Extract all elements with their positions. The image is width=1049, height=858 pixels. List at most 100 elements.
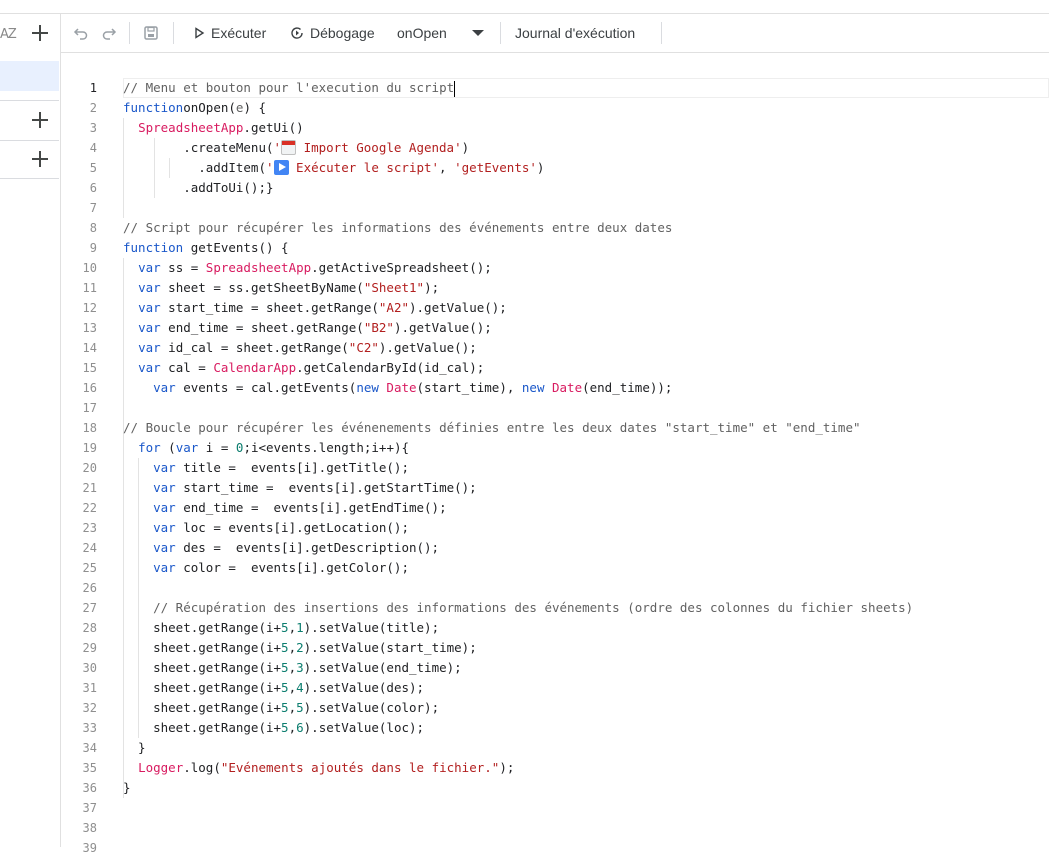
code-token: SpreadsheetApp — [138, 120, 244, 135]
code-token: var — [175, 440, 199, 455]
code-token: CalendarApp — [213, 360, 297, 375]
code-token: "A2" — [378, 300, 409, 315]
code-token: ) { — [243, 100, 267, 115]
line-number: 2 — [89, 101, 97, 115]
code-token: // Boucle pour récupérer les événenement… — [123, 420, 861, 435]
code-token: getEvents() { — [183, 240, 289, 255]
line-number: 6 — [89, 181, 97, 195]
line-number: 7 — [89, 201, 97, 215]
code-token: , — [288, 720, 297, 735]
code-token: sheet.getRange(i+ — [123, 660, 282, 675]
code-line: for (var i = 0;i<events.length;i++){ — [123, 438, 409, 458]
code-token: ).getValue(); — [409, 300, 507, 315]
code-token: "Evénements ajoutés dans le fichier." — [220, 760, 500, 775]
code-token: start_time = events[i].getStartTime(); — [175, 480, 477, 495]
code-line: // Menu et bouton pour l'execution du sc… — [123, 78, 456, 98]
undo-button[interactable] — [73, 14, 89, 52]
execution-log-button[interactable]: Journal d'exécution — [515, 14, 635, 52]
line-number: 32 — [82, 701, 97, 715]
code-token: 1 — [296, 620, 304, 635]
save-button[interactable] — [143, 14, 159, 52]
redo-icon — [102, 28, 117, 40]
code-line: .createMenu(' Import Google Agenda') — [123, 138, 469, 158]
code-token: 6 — [296, 720, 304, 735]
debug-label: Débogage — [310, 25, 375, 41]
line-number: 14 — [82, 341, 97, 355]
code-line: functiononOpen(e) { — [123, 98, 266, 118]
code-editor[interactable]: 1 2 3 4 5 6 7 8 9 10 11 12 13 14 15 16 17 18 19 20 21 22 23 24 2… — [61, 53, 1049, 855]
line-number: 5 — [89, 161, 97, 175]
toolbar-separator — [661, 22, 662, 44]
code-line: var loc = events[i].getLocation(); — [123, 518, 409, 538]
line-number: 24 — [82, 541, 97, 555]
code-line: SpreadsheetApp.getUi() — [123, 118, 304, 138]
code-token: var — [138, 280, 161, 295]
line-number: 11 — [82, 281, 97, 295]
code-token: .createMenu( — [123, 140, 274, 155]
code-token: Date — [544, 380, 583, 395]
code-token: ) — [536, 160, 545, 175]
code-token: , — [288, 680, 297, 695]
code-line: var end_time = events[i].getEndTime(); — [123, 498, 447, 518]
sidebar-divider — [0, 140, 59, 141]
code-token: 3 — [296, 660, 304, 675]
code-token: sheet.getRange(i+ — [123, 640, 282, 655]
code-token: Date — [378, 380, 417, 395]
toolbar-separator — [500, 22, 501, 44]
play-icon — [195, 27, 205, 39]
code-token: sheet.getRange(i+ — [123, 700, 282, 715]
code-token: sheet = ss.getSheetByName( — [160, 280, 364, 295]
code-token: (end_time)); — [582, 380, 673, 395]
code-token: var — [138, 360, 161, 375]
code-token: Exécuter le script' — [288, 160, 440, 175]
add-library-icon[interactable] — [29, 109, 51, 131]
line-number: 9 — [89, 241, 97, 255]
code-token: } — [123, 740, 146, 755]
add-service-icon[interactable] — [29, 148, 51, 170]
line-number: 10 — [82, 261, 97, 275]
code-line: var start_time = events[i].getStartTime(… — [123, 478, 477, 498]
code-token: 5 — [281, 720, 289, 735]
code-token: "B2" — [363, 320, 394, 335]
code-line: function getEvents() { — [123, 238, 289, 258]
add-file-icon[interactable] — [29, 22, 51, 44]
left-sidebar: AZ — [0, 14, 61, 847]
sort-az-icon[interactable]: AZ — [0, 27, 17, 42]
code-line: Logger.log("Evénements ajoutés dans le f… — [123, 758, 514, 778]
selected-file-item[interactable] — [0, 61, 59, 91]
debug-button[interactable]: Débogage — [289, 14, 375, 52]
line-number: 19 — [82, 441, 97, 455]
code-token: ).setValue(start_time); — [303, 640, 477, 655]
code-token: 4 — [296, 680, 304, 695]
code-token: SpreadsheetApp — [205, 260, 312, 275]
code-line: var des = events[i].getDescription(); — [123, 538, 439, 558]
code-token: .getUi() — [243, 120, 304, 135]
redo-button[interactable] — [101, 14, 117, 52]
debug-icon — [291, 27, 303, 39]
toolbar-separator — [129, 22, 130, 44]
code-token: ); — [424, 280, 440, 295]
code-token: new — [521, 380, 545, 395]
code-line: sheet.getRange(i+5,5).setValue(color); — [123, 698, 439, 718]
code-token: 5 — [281, 680, 289, 695]
code-token: for — [138, 440, 161, 455]
code-token: // Menu et bouton pour l'execution du sc… — [123, 80, 455, 95]
code-token: 5 — [281, 640, 289, 655]
code-token: var — [153, 380, 176, 395]
code-token: function — [123, 100, 184, 115]
code-line: var start_time = sheet.getRange("A2").ge… — [123, 298, 507, 318]
line-number: 26 — [82, 581, 97, 595]
code-token: .getCalendarById(id_cal); — [296, 360, 485, 375]
text-cursor — [454, 80, 456, 97]
calendar-emoji-icon — [281, 140, 297, 155]
run-button[interactable]: Exécuter — [193, 14, 266, 52]
code-line: sheet.getRange(i+5,1).setValue(title); — [123, 618, 439, 638]
function-select[interactable]: onOpen — [397, 14, 485, 52]
